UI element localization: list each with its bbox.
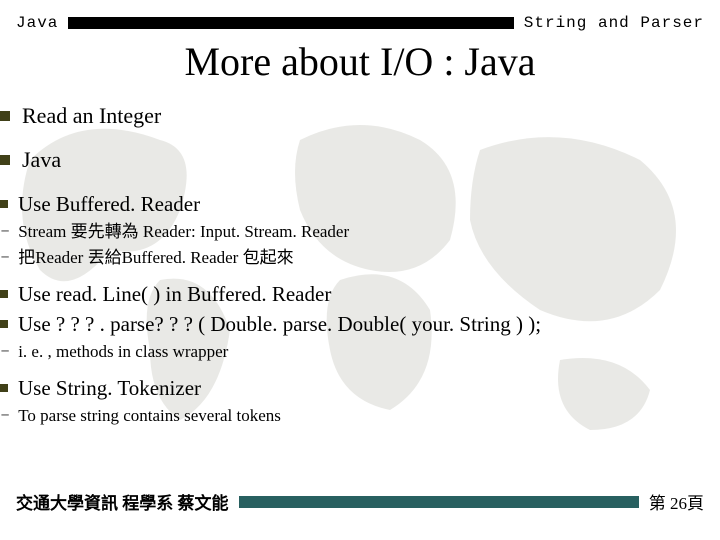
bullet-string-tokenizer: Use String. Tokenizer [0,375,720,401]
square-bullet-icon [0,320,8,328]
subbullet-stream-reader: – Stream 要先轉為 Reader: Input. Stream. Rea… [0,221,720,243]
bullet-text: i. e. , methods in class wrapper [18,341,228,363]
dash-bullet-icon: – [0,221,10,243]
bullet-text: Use String. Tokenizer [18,375,201,401]
bullet-readline: Use read. Line( ) in Buffered. Reader [0,281,720,307]
square-bullet-icon [0,384,8,392]
subbullet-wrap-reader: – 把Reader 丟給Buffered. Reader 包起來 [0,247,720,269]
bullet-read-integer: Read an Integer [0,103,720,129]
bullet-text: 把Reader 丟給Buffered. Reader 包起來 [18,247,293,269]
header-left-label: Java [16,14,58,32]
subbullet-wrapper-methods: – i. e. , methods in class wrapper [0,341,720,363]
square-bullet-icon [0,290,8,298]
footer-page-number: 第 26頁 [649,489,704,514]
bullet-text: To parse string contains several tokens [18,405,281,427]
bullet-java: Java [0,147,720,173]
page-title: More about I/O : Java [0,32,720,99]
footer: 交通大學資訊 程學系 蔡文能 第 26頁 [0,489,720,514]
square-bullet-icon [0,200,8,208]
bullet-text: Use Buffered. Reader [18,191,200,217]
header-rule [68,17,513,29]
dash-bullet-icon: – [0,405,10,427]
bullet-parse: Use ? ? ? . parse? ? ? ( Double. parse. … [0,311,720,337]
bullet-text: Java [22,147,61,173]
bullet-text: Use ? ? ? . parse? ? ? ( Double. parse. … [18,311,541,337]
square-bullet-icon [0,155,10,165]
header-right-label: String and Parser [524,14,704,32]
bullet-text: Stream 要先轉為 Reader: Input. Stream. Reade… [18,221,349,243]
bullet-text: Read an Integer [22,103,161,129]
dash-bullet-icon: – [0,341,10,363]
square-bullet-icon [0,111,10,121]
header: Java String and Parser [0,0,720,32]
footer-left-label: 交通大學資訊 程學系 蔡文能 [16,489,229,514]
bullet-text: Use read. Line( ) in Buffered. Reader [18,281,331,307]
footer-rule [239,496,639,508]
dash-bullet-icon: – [0,247,10,269]
bullet-buffered-reader: Use Buffered. Reader [0,191,720,217]
subbullet-tokens: – To parse string contains several token… [0,405,720,427]
